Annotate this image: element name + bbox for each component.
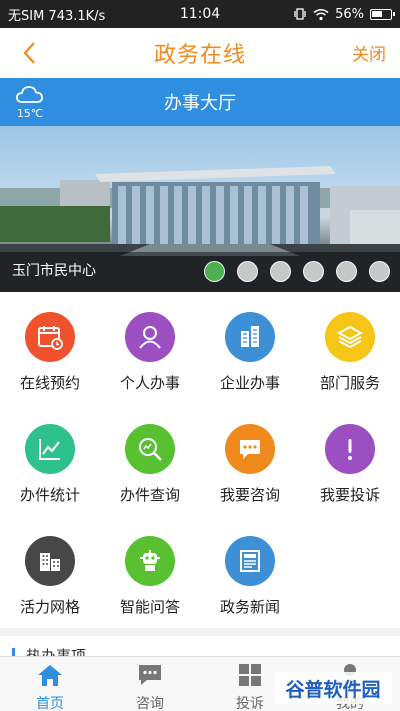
grid-label: 政务新闻 (219, 598, 280, 616)
grid-label: 办件统计 (19, 486, 80, 504)
grid-label: 我要投诉 (319, 486, 380, 504)
grid-label: 我要咨询 (219, 486, 280, 504)
weather-widget: 15℃ (10, 83, 50, 120)
magnifier-icon (125, 424, 175, 474)
banner-carousel[interactable]: 玉门市民中心 (0, 126, 400, 292)
exclamation-icon (325, 424, 375, 474)
grid-label: 智能问答 (119, 598, 180, 616)
grid-item-gov-news[interactable]: 政务新闻 (200, 516, 300, 628)
wifi-icon (313, 8, 329, 20)
calendar-clock-icon (25, 312, 75, 362)
tab-label: 咨询 (136, 696, 164, 711)
grid-icon (239, 664, 261, 686)
newspaper-icon (225, 536, 275, 586)
carousel-dot[interactable] (369, 261, 390, 282)
cloud-icon (16, 86, 43, 103)
carousel-dot[interactable] (303, 261, 324, 282)
hall-title: 办事大厅 (164, 93, 236, 114)
layers-icon (325, 312, 375, 362)
grid-item-case-query[interactable]: 办件查询 (100, 404, 200, 516)
page-title: 政务在线 (153, 43, 246, 68)
grid-label: 活力网格 (19, 598, 80, 616)
chevron-left-icon (23, 42, 35, 64)
watermark-logo: 谷普软件园 (274, 672, 392, 704)
grid-item-consult[interactable]: 我要咨询 (200, 404, 300, 516)
nav-bar: 政务在线 关闭 (0, 28, 400, 78)
grid-item-case-statistics[interactable]: 办件统计 (0, 404, 100, 516)
grid-item-smart-qa[interactable]: 智能问答 (100, 516, 200, 628)
grid-label: 在线预约 (19, 374, 80, 392)
grid-label: 个人办事 (119, 374, 180, 392)
tab-consult[interactable]: 咨询 (100, 657, 200, 711)
carousel-dot[interactable] (204, 261, 225, 282)
vibrate-icon (294, 8, 306, 20)
service-grid: 在线预约 个人办事 企业办事 部门服务 办件统计 办件查询 我要咨询 我要投诉 … (0, 292, 400, 628)
battery-icon (370, 8, 395, 20)
city-icon (25, 536, 75, 586)
carousel-dot[interactable] (237, 261, 258, 282)
back-button[interactable] (14, 36, 44, 70)
status-bar: 无SIM 743.1K/s 11:04 56% (0, 0, 400, 28)
grid-item-personal-affairs[interactable]: 个人办事 (100, 292, 200, 404)
tab-home[interactable]: 首页 (0, 657, 100, 711)
carousel-dot[interactable] (336, 261, 357, 282)
app-screen: 无SIM 743.1K/s 11:04 56% 政务在线 关闭 15℃ 办事大厅… (0, 0, 400, 711)
battery-text: 56% (335, 6, 364, 22)
line-chart-icon (25, 424, 75, 474)
chat-bubble-icon (225, 424, 275, 474)
person-icon (125, 312, 175, 362)
grid-item-complaint[interactable]: 我要投诉 (300, 404, 400, 516)
grid-label: 办件查询 (119, 486, 180, 504)
chat-icon (139, 665, 161, 685)
tab-label: 首页 (36, 696, 64, 711)
grid-item-department-services[interactable]: 部门服务 (300, 292, 400, 404)
home-icon (38, 665, 62, 686)
banner-caption: 玉门市民中心 (12, 263, 96, 279)
carousel-dots (204, 261, 390, 282)
grid-label: 部门服务 (319, 374, 380, 392)
temperature-text: 15℃ (16, 107, 44, 120)
grid-item-enterprise-affairs[interactable]: 企业办事 (200, 292, 300, 404)
hall-header: 15℃ 办事大厅 (0, 78, 400, 126)
robot-icon (125, 536, 175, 586)
building-icon (225, 312, 275, 362)
close-button[interactable]: 关闭 (352, 40, 386, 65)
carousel-dot[interactable] (270, 261, 291, 282)
carrier-text: 无SIM 743.1K/s (8, 8, 106, 24)
grid-item-vitality-grid[interactable]: 活力网格 (0, 516, 100, 628)
grid-label: 企业办事 (219, 374, 280, 392)
grid-item-online-booking[interactable]: 在线预约 (0, 292, 100, 404)
status-icons: 56% (293, 6, 395, 22)
